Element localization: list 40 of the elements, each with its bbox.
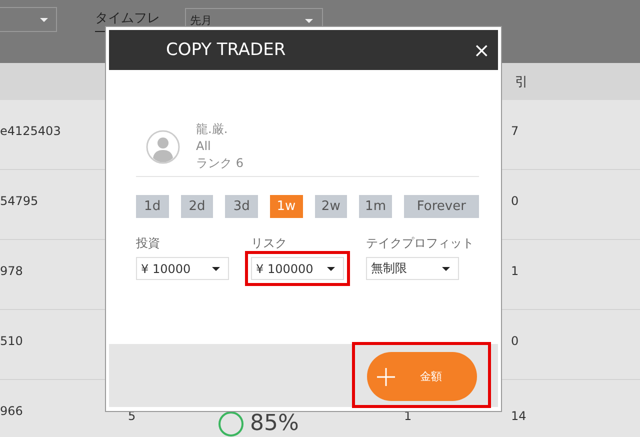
table-cell: e4125403: [0, 124, 61, 138]
trader-name: 龍.厳.: [196, 121, 229, 138]
table-cell: 0: [511, 194, 519, 208]
table-cell: 0: [511, 334, 519, 348]
table-cell: 966: [0, 404, 23, 418]
ring-icon: [218, 411, 244, 437]
period-tab[interactable]: 1w: [270, 195, 303, 218]
field-label: リスク: [251, 235, 287, 252]
period-tab[interactable]: 2w: [314, 195, 348, 218]
filter-dropdown[interactable]: [0, 7, 57, 32]
caret-icon: [305, 18, 313, 22]
period-tab[interactable]: 1m: [359, 195, 392, 218]
table-cell: 7: [511, 124, 519, 138]
trader-market: All: [196, 138, 212, 155]
dialog-title: COPY TRADER: [166, 40, 286, 60]
table-cell: 1: [511, 264, 519, 278]
caret-icon: [212, 266, 220, 270]
table-cell: 54795: [0, 194, 38, 208]
caret-icon: [327, 266, 335, 270]
select-field[interactable]: ¥ 10000: [136, 257, 229, 280]
avatar-icon: [146, 130, 180, 164]
period-tab[interactable]: 3d: [225, 195, 258, 218]
caret-icon: [442, 266, 450, 270]
table-cell: 978: [0, 264, 23, 278]
select-field[interactable]: 無制限: [366, 257, 459, 280]
period-tab[interactable]: 2d: [180, 195, 214, 218]
select-field[interactable]: ¥ 100000: [251, 257, 344, 280]
field-label: 投資: [136, 235, 160, 252]
rate-value: 85%: [250, 412, 299, 436]
period-tab[interactable]: Forever: [404, 195, 480, 218]
period-tab[interactable]: 1d: [136, 195, 169, 218]
table-cell: 510: [0, 334, 23, 348]
close-button[interactable]: ×: [465, 38, 498, 62]
caret-icon: [40, 18, 48, 22]
amount-button[interactable]: 金額: [367, 352, 477, 401]
column-header: 引: [515, 74, 528, 91]
table-cell: 14: [511, 409, 526, 423]
field-label: テイクプロフィット: [366, 235, 474, 252]
trader-rank: ランク 6: [196, 155, 244, 172]
plus-icon: [377, 368, 395, 386]
